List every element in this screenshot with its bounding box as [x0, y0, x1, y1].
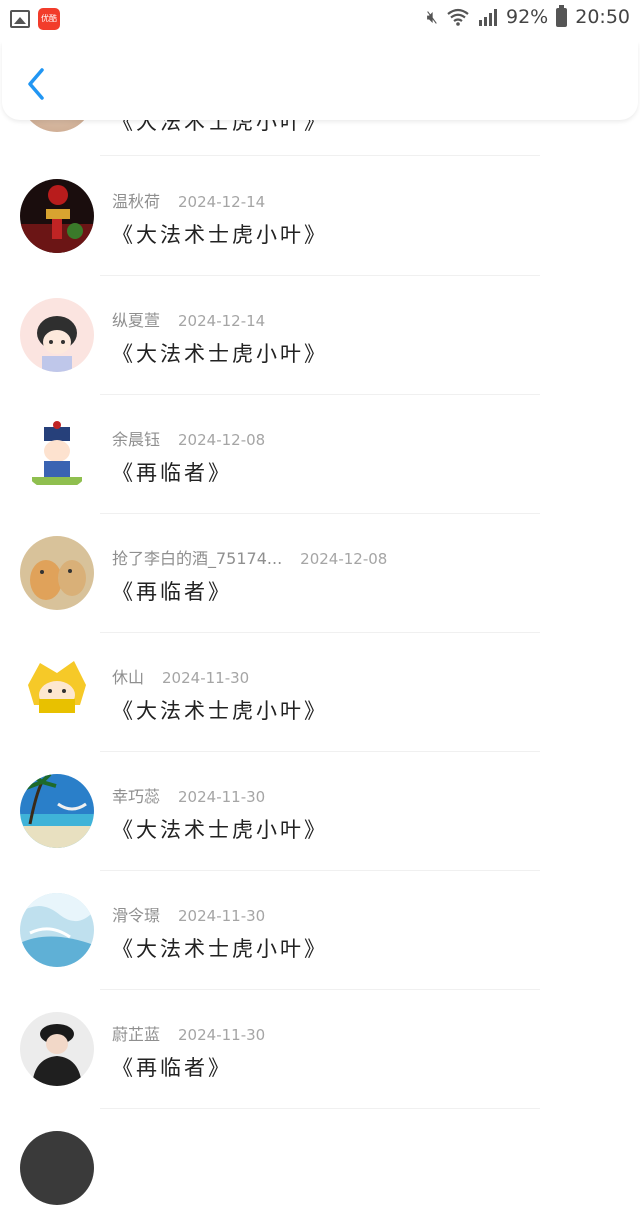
list-item[interactable]: 幸巧蕊 2024-11-30 《大法术士虎小叶》 [0, 752, 640, 871]
app-icon: 优酷 [38, 8, 60, 30]
avatar[interactable] [20, 179, 94, 253]
nav-header [2, 42, 638, 120]
user-name[interactable]: 余晨钰 [112, 430, 160, 449]
battery-icon [556, 4, 568, 27]
item-date: 2024-11-30 [178, 907, 266, 925]
item-meta: 蔚芷蓝 2024-11-30 [112, 1021, 265, 1045]
item-date: 2024-12-08 [300, 550, 388, 568]
item-meta: 抢了李白的酒_75174... 2024-12-08 [112, 545, 387, 569]
avatar[interactable] [20, 774, 94, 848]
list-item[interactable]: 滑令璟 2024-11-30 《大法术士虎小叶》 [0, 871, 640, 990]
list-item[interactable]: 余晨钰 2024-12-08 《再临者》 [0, 395, 640, 514]
item-date: 2024-11-30 [178, 788, 266, 806]
list-item[interactable]: 抢了李白的酒_75174... 2024-12-08 《再临者》 [0, 514, 640, 633]
user-name[interactable]: 抢了李白的酒_75174... [112, 549, 282, 568]
item-date: 2024-12-14 [178, 193, 266, 211]
item-meta: 幸巧蕊 2024-11-30 [112, 783, 265, 807]
avatar[interactable] [20, 1012, 94, 1086]
list-item[interactable]: 休山 2024-11-30 《大法术士虎小叶》 [0, 633, 640, 752]
signal-icon [479, 9, 497, 26]
item-meta: 纵夏萱 2024-12-14 [112, 307, 265, 331]
item-title[interactable]: 《大法术士虎小叶》 [112, 814, 328, 844]
list-item[interactable]: 蔚芷蓝 2024-11-30 《再临者》 [0, 990, 640, 1109]
item-date: 2024-12-08 [178, 431, 266, 449]
item-meta: 温秋荷 2024-12-14 [112, 188, 265, 212]
back-button[interactable] [20, 64, 54, 104]
item-title[interactable]: 《大法术士虎小叶》 [112, 338, 328, 368]
user-name[interactable]: 幸巧蕊 [112, 787, 160, 806]
image-icon [10, 10, 30, 28]
item-date: 2024-11-30 [162, 669, 250, 687]
item-title[interactable]: 《再临者》 [112, 576, 232, 606]
avatar[interactable] [20, 298, 94, 372]
item-title[interactable]: 《再临者》 [112, 1052, 232, 1082]
list-item[interactable]: 温秋荷 2024-12-14 《大法术士虎小叶》 [0, 157, 640, 276]
avatar[interactable] [20, 655, 94, 729]
user-name[interactable]: 温秋荷 [112, 192, 160, 211]
divider [100, 155, 540, 156]
item-meta: 滑令璟 2024-11-30 [112, 902, 265, 926]
wifi-icon [447, 8, 469, 26]
avatar[interactable] [20, 893, 94, 967]
avatar[interactable] [20, 536, 94, 610]
user-name[interactable]: 休山 [112, 668, 144, 687]
item-title[interactable]: 《大法术士虎小叶》 [112, 695, 328, 725]
status-bar: 优酷 🔇︎ 92% 20:50 [0, 0, 640, 42]
list-item-partial[interactable] [0, 1109, 640, 1228]
avatar[interactable] [20, 417, 94, 491]
item-meta: 余晨钰 2024-12-08 [112, 426, 265, 450]
item-meta: 休山 2024-11-30 [112, 664, 249, 688]
user-name[interactable]: 蔚芷蓝 [112, 1025, 160, 1044]
user-name[interactable]: 纵夏萱 [112, 311, 160, 330]
item-date: 2024-11-30 [178, 1026, 266, 1044]
battery-percent: 92% [506, 6, 549, 28]
mute-icon: 🔇︎ [426, 6, 438, 28]
item-title[interactable]: 《再临者》 [112, 457, 232, 487]
comment-list: 《大法术士虎小叶》 温秋荷 2024-12-14 《大法术士虎小叶》 纵夏萱 2… [0, 0, 640, 1205]
clock: 20:50 [575, 6, 630, 28]
avatar[interactable] [20, 1131, 94, 1205]
item-title[interactable]: 《大法术士虎小叶》 [112, 933, 328, 963]
user-name[interactable]: 滑令璟 [112, 906, 160, 925]
item-date: 2024-12-14 [178, 312, 266, 330]
list-item[interactable]: 纵夏萱 2024-12-14 《大法术士虎小叶》 [0, 276, 640, 395]
chevron-left-icon [28, 68, 44, 100]
item-title[interactable]: 《大法术士虎小叶》 [112, 219, 328, 249]
